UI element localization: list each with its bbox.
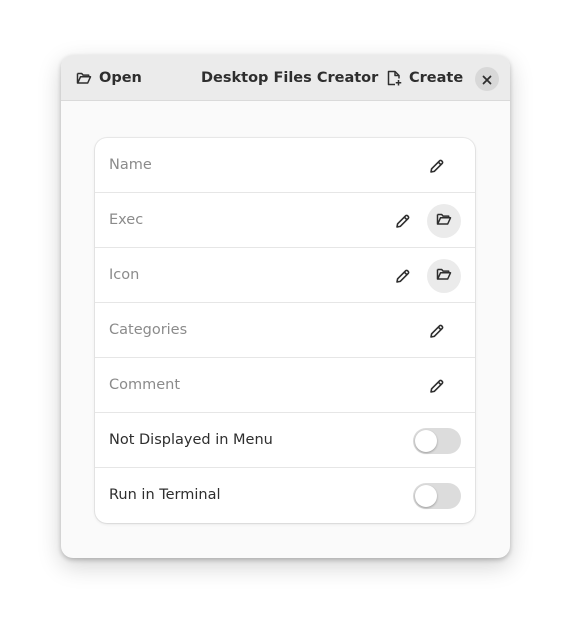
icon-row[interactable]: Icon — [95, 248, 475, 303]
name-label: Name — [109, 157, 152, 173]
exec-row[interactable]: Exec — [95, 193, 475, 248]
categories-label: Categories — [109, 322, 188, 338]
icon-browse-button[interactable] — [427, 259, 461, 293]
run-in-terminal-label: Run in Terminal — [109, 487, 221, 503]
edit-icon[interactable] — [428, 377, 446, 395]
create-button-label: Create — [409, 70, 464, 86]
close-icon — [482, 70, 492, 89]
app-window: Open Desktop Files Creator Create Name E… — [61, 55, 510, 558]
comment-row[interactable]: Comment — [95, 358, 475, 413]
close-button[interactable] — [475, 67, 499, 91]
header-bar: Open Desktop Files Creator Create — [61, 55, 510, 101]
folder-open-icon — [76, 70, 92, 86]
document-new-icon — [386, 70, 402, 86]
switch-knob — [415, 485, 437, 507]
edit-icon[interactable] — [428, 157, 446, 175]
not-displayed-switch[interactable] — [413, 428, 461, 454]
open-button[interactable]: Open — [69, 64, 149, 92]
open-button-label: Open — [99, 70, 142, 86]
properties-list: Name Exec Icon Categories Comment Not Di… — [95, 138, 475, 523]
run-in-terminal-switch[interactable] — [413, 483, 461, 509]
window-title: Desktop Files Creator — [201, 70, 379, 86]
categories-row[interactable]: Categories — [95, 303, 475, 358]
exec-browse-button[interactable] — [427, 204, 461, 238]
not-displayed-row[interactable]: Not Displayed in Menu — [95, 413, 475, 468]
create-button[interactable]: Create — [379, 64, 470, 92]
edit-icon[interactable] — [428, 322, 446, 340]
run-in-terminal-row[interactable]: Run in Terminal — [95, 468, 475, 523]
edit-icon[interactable] — [394, 267, 412, 285]
comment-label: Comment — [109, 377, 181, 393]
name-row[interactable]: Name — [95, 138, 475, 193]
edit-icon[interactable] — [394, 212, 412, 230]
switch-knob — [415, 430, 437, 452]
folder-open-icon — [436, 211, 452, 231]
folder-open-icon — [436, 266, 452, 286]
icon-label: Icon — [109, 267, 140, 283]
exec-label: Exec — [109, 212, 144, 228]
not-displayed-label: Not Displayed in Menu — [109, 432, 273, 448]
